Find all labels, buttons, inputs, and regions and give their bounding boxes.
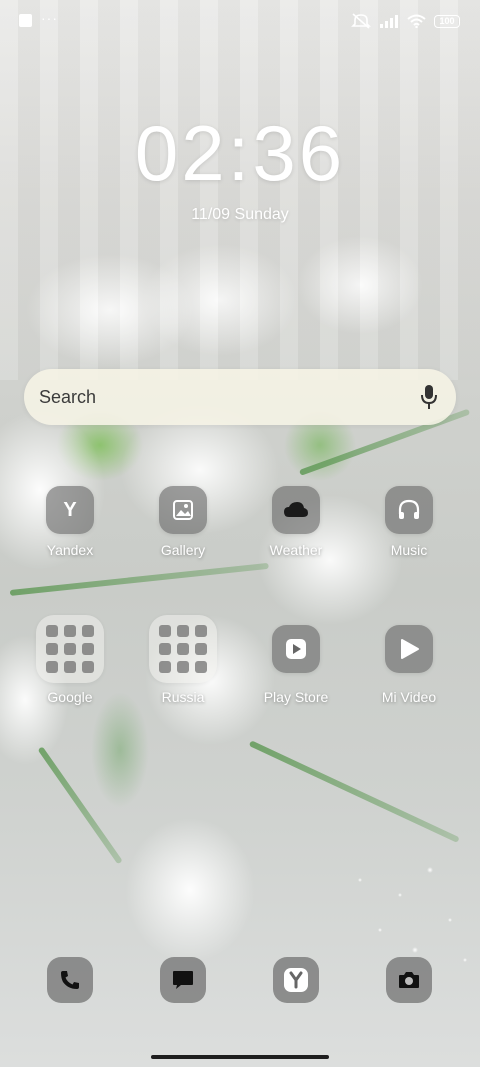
app-weather[interactable]: Weather <box>246 486 346 558</box>
app-label: Google <box>47 689 93 705</box>
clock-date[interactable]: 11/09 Sunday <box>0 206 480 224</box>
dock-messages[interactable] <box>160 957 206 1003</box>
app-label: Mi Video <box>381 689 437 705</box>
messages-icon <box>173 971 193 989</box>
overflow-dots: ··· <box>41 10 58 26</box>
app-play-store[interactable]: Play Store <box>246 625 346 705</box>
app-gallery[interactable]: Gallery <box>133 486 233 558</box>
app-mi-video[interactable]: Mi Video <box>359 625 459 705</box>
app-label: Weather <box>269 542 323 558</box>
microphone-icon[interactable] <box>420 383 438 411</box>
yandex-browser-icon <box>284 968 308 992</box>
wallpaper-stem <box>248 740 460 843</box>
folder-google[interactable]: Google <box>20 615 120 705</box>
notification-square-icon <box>19 14 32 27</box>
headphones-icon <box>385 486 433 534</box>
app-label: Russia <box>161 689 205 705</box>
signal-icon <box>380 15 398 28</box>
phone-icon <box>61 971 79 989</box>
status-icons: 100 <box>351 12 460 30</box>
folder-russia[interactable]: Russia <box>133 615 233 705</box>
app-music[interactable]: Music <box>359 486 459 558</box>
folder-icon <box>36 615 104 683</box>
play-store-icon <box>272 625 320 673</box>
search-bar[interactable]: Search <box>24 369 456 425</box>
folder-icon <box>149 615 217 683</box>
mi-video-icon <box>385 625 433 673</box>
yandex-icon: Y <box>46 486 94 534</box>
wifi-icon <box>407 14 426 28</box>
status-bar: ··· 100 <box>0 0 480 40</box>
gallery-icon <box>159 486 207 534</box>
clock-time[interactable]: 02:36 <box>0 108 480 199</box>
battery-icon: 100 <box>434 14 460 28</box>
app-label: Music <box>390 542 428 558</box>
dock-camera[interactable] <box>386 957 432 1003</box>
search-label: Search <box>39 387 97 407</box>
dock-phone[interactable] <box>47 957 93 1003</box>
app-label: Gallery <box>160 542 206 558</box>
wallpaper-stem <box>9 562 269 596</box>
home-screen: ··· 100 02:36 11/09 Sunday Search Y Yand… <box>0 0 480 1067</box>
dock-yandex-browser[interactable] <box>273 957 319 1003</box>
battery-level: 100 <box>439 15 455 26</box>
app-label: Play Store <box>263 689 329 705</box>
camera-icon <box>399 972 419 988</box>
app-label: Yandex <box>46 542 94 558</box>
app-yandex[interactable]: Y Yandex <box>20 486 120 558</box>
mute-icon <box>351 13 371 29</box>
home-indicator[interactable] <box>151 1055 329 1059</box>
weather-icon <box>272 486 320 534</box>
wallpaper-stem <box>37 746 123 865</box>
